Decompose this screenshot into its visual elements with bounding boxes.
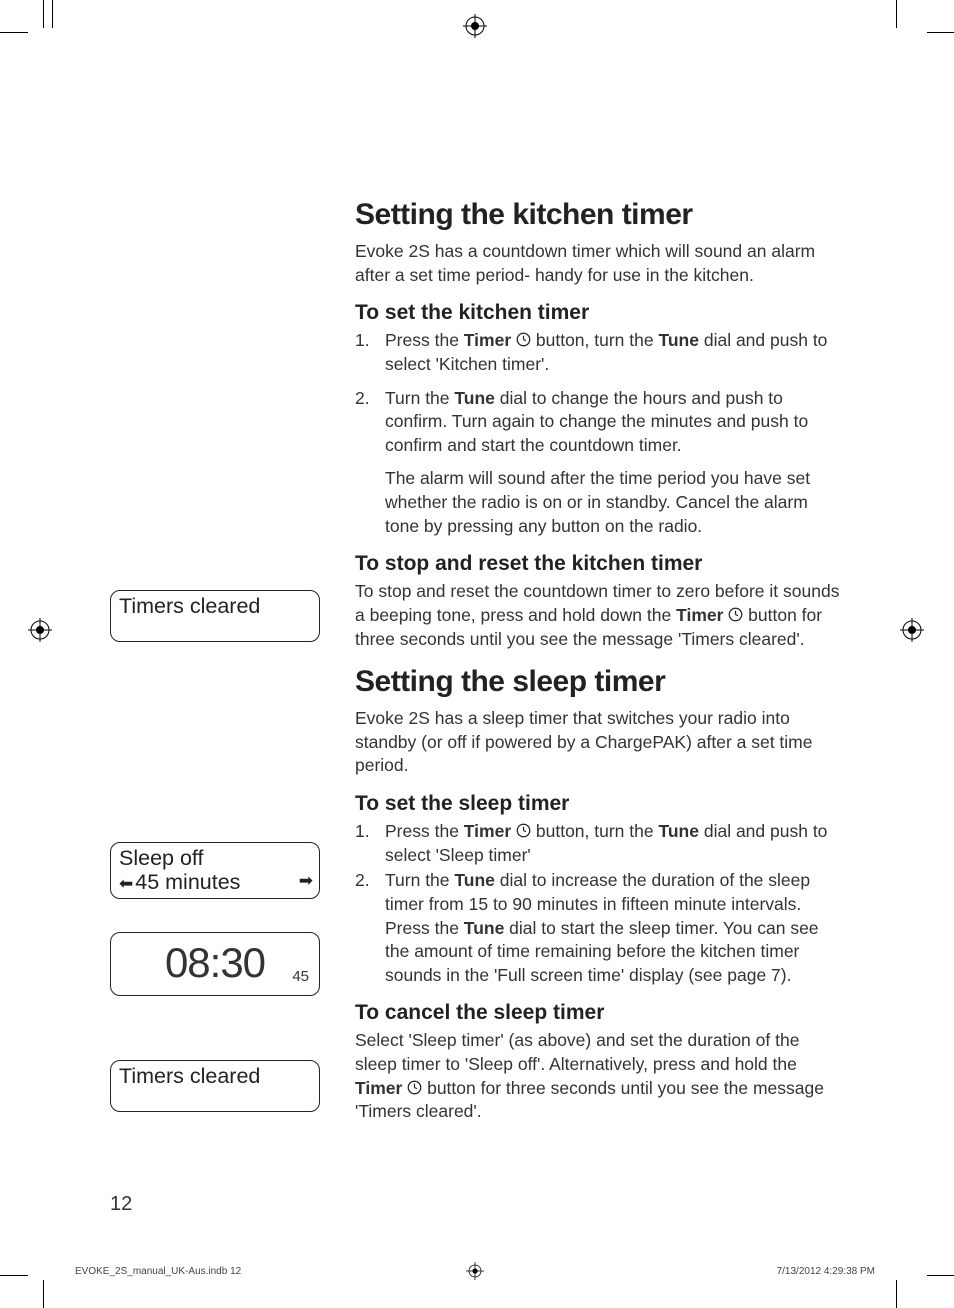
heading-cancel-sleep: To cancel the sleep timer	[355, 1001, 845, 1025]
clock-icon	[407, 1078, 422, 1093]
heading-kitchen-timer: Setting the kitchen timer	[355, 198, 845, 232]
registration-mark-icon	[900, 618, 924, 642]
clock-icon	[516, 821, 531, 836]
arrow-left-icon: ⬅	[119, 875, 133, 894]
clock-icon	[728, 605, 743, 620]
paragraph: Evoke 2S has a countdown timer which wil…	[355, 240, 845, 287]
list-item: 2. Turn the Tune dial to change the hour…	[355, 387, 845, 539]
steps-set-kitchen: 1. Press the Timer button, turn the Tune…	[355, 329, 845, 538]
list-item: 1. Press the Timer button, turn the Tune…	[355, 820, 845, 867]
registration-mark-icon	[466, 1262, 484, 1280]
lcd-sleep-off: Sleep off ⬅45 minutes ➡	[110, 842, 320, 899]
lcd-clock-small: 45	[292, 968, 309, 985]
footer-file: EVOKE_2S_manual_UK-Aus.indb 12	[75, 1266, 241, 1277]
lcd-clock-time: 08:30	[165, 939, 265, 987]
lcd-text: Timers cleared	[119, 1065, 311, 1089]
registration-mark-icon	[463, 14, 487, 38]
heading-sleep-timer: Setting the sleep timer	[355, 665, 845, 699]
footer-date: 7/13/2012 4:29:38 PM	[777, 1266, 875, 1277]
page-number: 12	[110, 1193, 132, 1216]
paragraph: Select 'Sleep timer' (as above) and set …	[355, 1029, 845, 1124]
page: Timers cleared Sleep off ⬅45 minutes ➡ 0…	[75, 60, 875, 1230]
list-item: 2. Turn the Tune dial to increase the du…	[355, 869, 845, 987]
lcd-text: Timers cleared	[119, 595, 311, 619]
paragraph: To stop and reset the countdown timer to…	[355, 580, 845, 651]
paragraph: Evoke 2S has a sleep timer that switches…	[355, 707, 845, 778]
footer: EVOKE_2S_manual_UK-Aus.indb 12 7/13/2012…	[75, 1266, 875, 1277]
lcd-text: Sleep off	[119, 847, 311, 871]
arrow-right-icon: ➡	[299, 872, 313, 891]
lcd-timers-cleared: Timers cleared	[110, 1060, 320, 1112]
clock-icon	[516, 330, 531, 345]
steps-set-sleep: 1. Press the Timer button, turn the Tune…	[355, 820, 845, 987]
list-item: 1. Press the Timer button, turn the Tune…	[355, 329, 845, 376]
registration-mark-icon	[28, 618, 52, 642]
heading-set-sleep: To set the sleep timer	[355, 792, 845, 816]
heading-set-kitchen: To set the kitchen timer	[355, 301, 845, 325]
main-content: Setting the kitchen timer Evoke 2S has a…	[355, 180, 845, 1130]
lcd-text: ⬅45 minutes ➡	[119, 871, 311, 895]
lcd-timers-cleared: Timers cleared	[110, 590, 320, 642]
heading-stop-kitchen: To stop and reset the kitchen timer	[355, 552, 845, 576]
lcd-time-display: 08:30 45	[110, 932, 320, 996]
